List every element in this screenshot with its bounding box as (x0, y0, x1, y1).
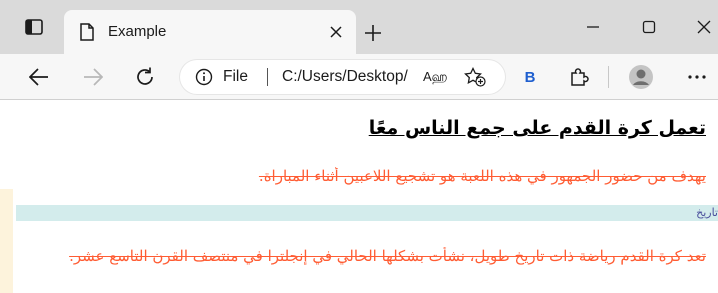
forward-icon (84, 68, 103, 86)
profile-button[interactable] (624, 60, 658, 94)
new-tab-icon (365, 25, 381, 41)
page-content: تعمل كرة القدم على جمع الناس معًا يهدف م… (0, 101, 718, 293)
read-aloud-icon[interactable]: Aஹ (423, 69, 448, 86)
minimize-icon (587, 26, 599, 28)
extensions-icon (571, 68, 589, 86)
active-tab[interactable]: Example (64, 10, 356, 54)
file-scheme-label: File (223, 68, 248, 85)
maximize-icon (642, 20, 656, 34)
paragraph-history: تعد كرة القدم رياضة ذات تاريخ طويل، نشأت… (69, 247, 706, 265)
more-icon (688, 75, 706, 79)
page-icon (80, 23, 94, 41)
minimize-button[interactable] (573, 0, 613, 54)
tab-actions-button[interactable] (14, 0, 54, 54)
address-separator (267, 68, 268, 86)
add-favorite-icon[interactable] (464, 67, 486, 87)
history-label: تاريخ (696, 206, 718, 219)
page-heading: تعمل كرة القدم على جمع الناس معًا (368, 117, 706, 139)
address-bar[interactable]: File C:/Users/Desktop/ Aஹ (180, 60, 505, 94)
profile-icon (629, 65, 653, 89)
new-tab-button[interactable] (358, 18, 388, 48)
browser-toolbar: File C:/Users/Desktop/ Aஹ B (0, 54, 718, 100)
tab-title: Example (108, 23, 167, 40)
refresh-button[interactable] (128, 60, 162, 94)
history-band: تاريخ (16, 205, 718, 221)
back-button[interactable] (22, 60, 56, 94)
info-icon (195, 68, 213, 86)
extension-b-label: B (524, 68, 536, 86)
tab-close-button[interactable] (326, 22, 346, 42)
window-close-icon (697, 20, 711, 34)
address-url[interactable]: C:/Users/Desktop/ (282, 68, 408, 86)
extension-b-button[interactable]: B (513, 60, 547, 94)
maximize-button[interactable] (629, 0, 669, 54)
extensions-button[interactable] (562, 60, 596, 94)
toolbar-divider (608, 66, 609, 88)
paragraph-audience: يهدف من حضور الجمهور في هذه اللعبة هو تش… (258, 167, 706, 185)
tab-strip: Example (0, 0, 718, 54)
more-button[interactable] (680, 60, 714, 94)
window-close-button[interactable] (684, 0, 718, 54)
forward-button[interactable] (76, 60, 110, 94)
tab-actions-icon (25, 19, 43, 35)
refresh-icon (137, 67, 153, 85)
side-tint (0, 189, 13, 293)
back-icon (29, 68, 48, 86)
close-icon (330, 26, 342, 38)
